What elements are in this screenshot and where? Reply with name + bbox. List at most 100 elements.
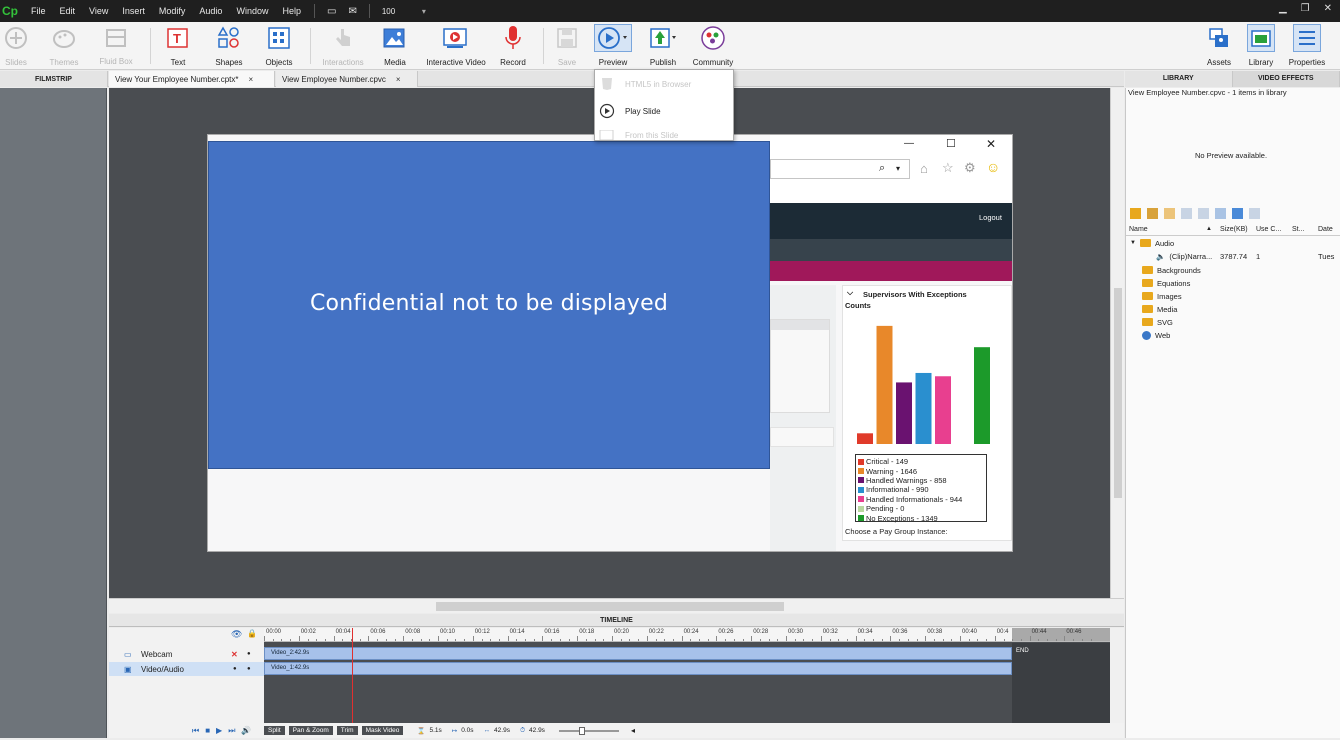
lock-icon[interactable]: 🔒 [247, 629, 257, 638]
mask-video-button[interactable]: Mask Video [361, 726, 404, 735]
visibility-toggle-icon[interactable]: ● [233, 666, 237, 672]
expand-arrow-icon[interactable]: ▼ [1130, 240, 1136, 246]
settings-gear-icon[interactable]: ⚙ [964, 160, 976, 176]
menu-view[interactable]: View [89, 6, 108, 16]
menu-audio[interactable]: Audio [199, 6, 222, 16]
menu-modify[interactable]: Modify [159, 6, 186, 16]
lock-toggle-icon[interactable]: ● [247, 651, 251, 657]
track-video-audio[interactable]: Video_1:42.9s [264, 662, 1012, 675]
col-date[interactable]: Date [1318, 226, 1333, 233]
library-folder-equations[interactable]: Equations [1142, 277, 1190, 289]
track-webcam[interactable]: Video_2:42.9s [264, 647, 1012, 660]
close-tab-icon[interactable]: × [248, 75, 253, 84]
star-icon[interactable]: ☆ [942, 160, 954, 176]
update-icon[interactable] [1232, 208, 1243, 219]
stage-vertical-scrollbar[interactable] [1110, 88, 1124, 598]
close-tab-icon[interactable]: × [396, 75, 401, 84]
logout-link[interactable]: Logout [979, 213, 1002, 222]
close-icon[interactable]: ✕ [1324, 3, 1332, 14]
import-icon[interactable] [1147, 208, 1158, 219]
tab-document-cptx[interactable]: View Your Employee Number.cptx* × [109, 71, 275, 87]
legend-item: No Exceptions - 1349 [858, 513, 984, 523]
timeline-ruler[interactable]: 00:00 00:02 00:04 00:06 00:08 00:10 00:12 00:14… [264, 628, 1110, 642]
library-folder-audio[interactable]: ▼ Audio [1130, 237, 1174, 249]
media-button[interactable]: Media [365, 24, 425, 67]
library-folder-images[interactable]: Images [1142, 290, 1182, 302]
col-status[interactable]: St... [1292, 226, 1304, 233]
delete-icon[interactable] [1249, 208, 1260, 219]
remove-icon[interactable]: ✕ [231, 650, 238, 659]
timeline-zoom-slider[interactable] [558, 726, 619, 735]
objects-button[interactable]: Objects [249, 24, 309, 67]
library-folder-media[interactable]: Media [1142, 303, 1177, 315]
menu-item-from-this-slide[interactable]: From this Slide [599, 130, 678, 140]
volume-icon[interactable]: 🔊 [241, 726, 251, 735]
new-folder-icon[interactable] [1164, 208, 1175, 219]
pan-zoom-button[interactable]: Pan & Zoom [288, 726, 333, 735]
open-folder-icon[interactable] [1130, 208, 1141, 219]
timeline-row-webcam[interactable]: ▭ Webcam ✕ ● [109, 647, 264, 661]
col-use-count[interactable]: Use C... [1256, 226, 1281, 233]
library-folder-web[interactable]: Web [1142, 329, 1170, 341]
restore-icon[interactable]: ❐ [1301, 3, 1310, 14]
playhead[interactable] [352, 628, 353, 723]
refresh-icon[interactable] [1215, 208, 1226, 219]
edit-icon[interactable] [1181, 208, 1192, 219]
interactions-button[interactable]: Interactions [313, 24, 373, 67]
ruler-tick [725, 639, 727, 641]
slide[interactable]: — ☐ ✕ ⌂ ☆ ⚙ ☺ ⌕ ▾ Logout ⌵ Supervisors W… [207, 134, 1013, 552]
comment-icon[interactable]: ▭ [327, 6, 336, 17]
forward-icon[interactable]: ⏭ [228, 726, 235, 736]
browser-close-icon[interactable]: ✕ [986, 137, 996, 151]
mail-icon[interactable]: ✉ [348, 6, 356, 17]
interactive-video-button[interactable]: Interactive Video [426, 24, 486, 67]
menu-insert[interactable]: Insert [122, 6, 145, 16]
publish-icon [649, 24, 677, 52]
tab-video-effects[interactable]: VIDEO EFFECTS [1232, 71, 1340, 87]
themes-button[interactable]: Themes [34, 24, 94, 67]
minimize-icon[interactable]: ▁ [1279, 3, 1287, 14]
community-button[interactable]: Community [683, 24, 743, 67]
col-size[interactable]: Size(KB) [1220, 226, 1248, 233]
ruler-tick [829, 639, 831, 641]
menu-file[interactable]: File [31, 6, 46, 16]
fluid-box-button[interactable]: Fluid Box [86, 24, 146, 66]
stage-horizontal-scrollbar[interactable] [109, 598, 1124, 613]
legend-label: Warning - 1646 [866, 466, 917, 476]
tab-document-cpvc[interactable]: View Employee Number.cpvc × [276, 71, 418, 87]
split-button[interactable]: Split [264, 726, 285, 735]
tab-library[interactable]: LIBRARY [1125, 71, 1233, 87]
col-name[interactable]: Name [1129, 226, 1148, 233]
trim-button[interactable]: Trim [336, 726, 358, 735]
library-folder-backgrounds[interactable]: Backgrounds [1142, 264, 1201, 276]
properties-list-icon[interactable] [1198, 208, 1209, 219]
record-button[interactable]: Record [483, 24, 543, 67]
confidential-overlay[interactable]: Confidential not to be displayed [208, 141, 770, 469]
smiley-icon[interactable]: ☺ [986, 159, 1000, 175]
scroll-left-icon[interactable]: ◂ [631, 726, 635, 735]
library-folder-svg[interactable]: SVG [1142, 316, 1173, 328]
ruler-tick-label: 00:38 [927, 629, 943, 635]
menu-window[interactable]: Window [236, 6, 268, 16]
lock-toggle-icon[interactable]: ● [247, 666, 251, 672]
play-icon[interactable]: ▶ [216, 726, 222, 735]
collapse-chevron-icon[interactable]: ⌵ [847, 288, 853, 298]
stop-icon[interactable]: ■ [205, 726, 210, 735]
menu-item-play-slide[interactable]: Play Slide [599, 103, 661, 119]
menu-edit[interactable]: Edit [60, 6, 76, 16]
browser-minimize-icon[interactable]: — [904, 138, 914, 149]
properties-button[interactable]: Properties [1277, 24, 1337, 67]
menu-item-html5-in-browser[interactable]: HTML5 in Browser [599, 76, 691, 92]
eye-icon[interactable]: 👁 [231, 629, 242, 640]
zoom-value[interactable]: 100 [382, 7, 422, 16]
browser-search-bar[interactable]: ⌕ ▾ [770, 159, 910, 179]
zoom-dropdown-icon[interactable]: ▾ [422, 7, 426, 16]
home-icon[interactable]: ⌂ [920, 161, 928, 176]
timeline-scrollbar[interactable] [1110, 628, 1124, 723]
library-item-audio-clip[interactable]: 🔈 (Clip)Narra... 3787.74 1 Tues [1156, 250, 1340, 262]
timeline-row-video-audio[interactable]: ▣ Video/Audio ● ● [109, 662, 264, 676]
menu-help[interactable]: Help [282, 6, 301, 16]
filmstrip-tab[interactable]: FILMSTRIP [0, 71, 108, 87]
browser-maximize-icon[interactable]: ☐ [946, 137, 956, 150]
rewind-icon[interactable]: ⏮ [192, 726, 199, 736]
